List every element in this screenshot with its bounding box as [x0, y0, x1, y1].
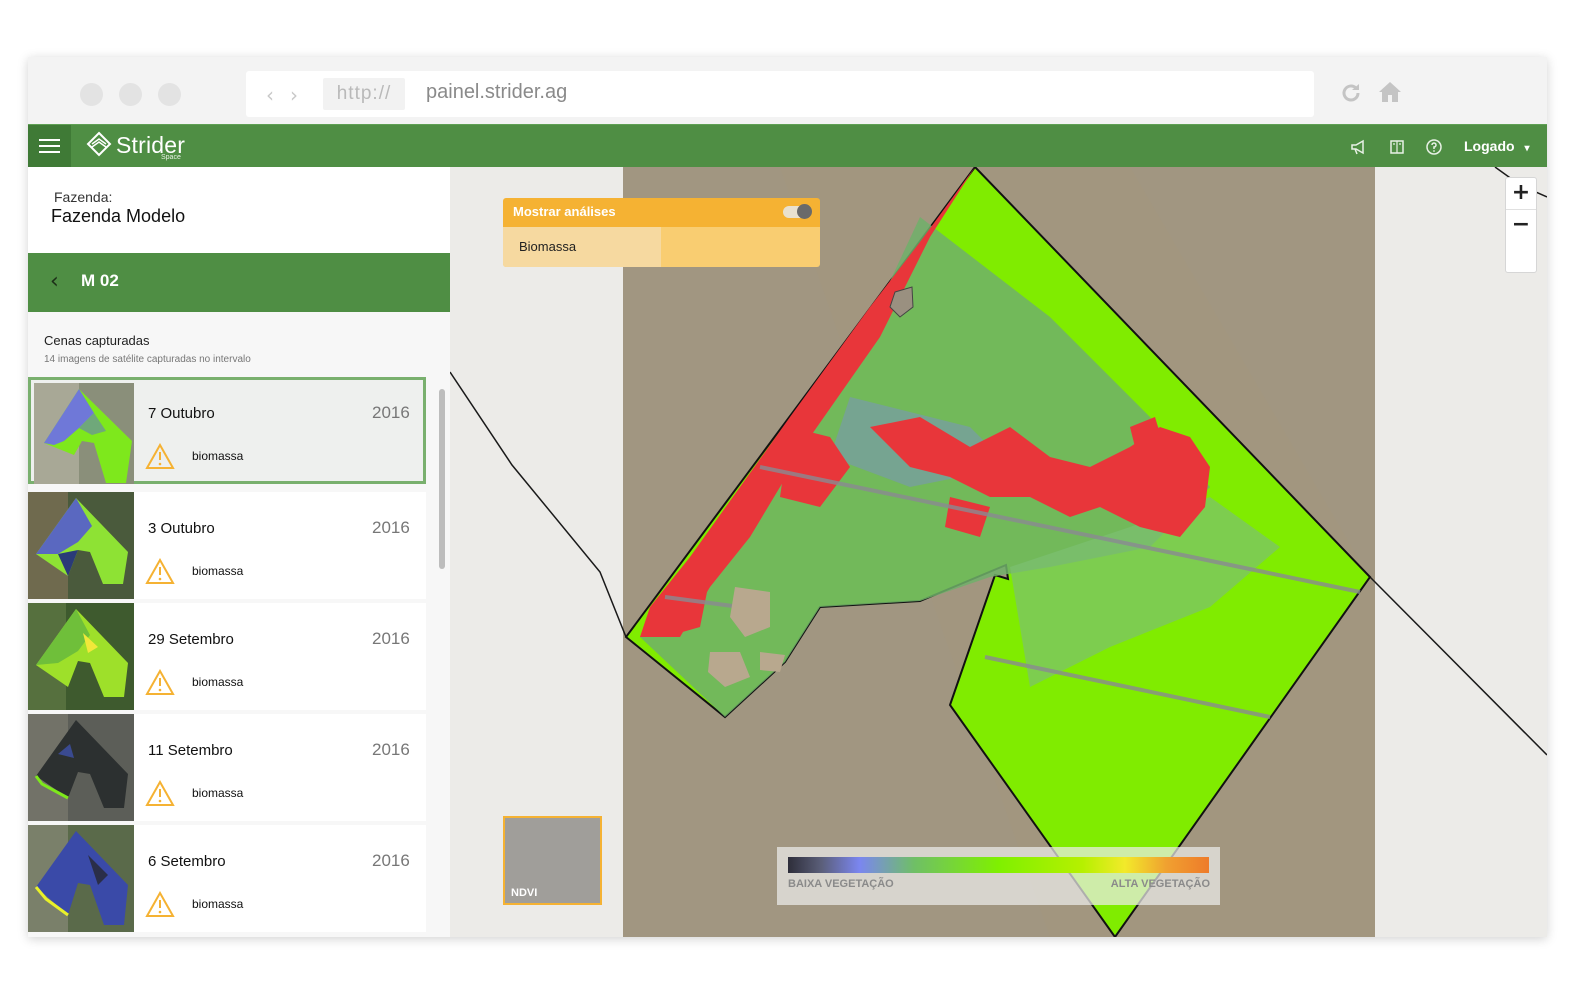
scene-date: 7 Outubro [148, 405, 215, 422]
field-name: M 02 [81, 271, 119, 290]
help-icon[interactable] [1425, 138, 1443, 156]
scene-year: 2016 [372, 740, 410, 759]
warning-icon [145, 443, 175, 469]
legend-high-label: ALTA VEGETAÇÃO [1110, 878, 1210, 890]
sidebar: Fazenda: Fazenda Modelo ‹ M 02 Cenas cap… [28, 167, 450, 937]
menu-button[interactable] [28, 125, 71, 168]
scene-list: 7 Outubro 2016 biomassa 3 Outubro 2016 b… [28, 377, 450, 937]
user-menu[interactable]: Logado ▾ [1464, 138, 1529, 154]
url-text[interactable]: painel.strider.ag [426, 81, 567, 104]
back-chevron-icon[interactable]: ‹ [50, 271, 59, 293]
menu-icon [39, 139, 60, 141]
warning-icon [145, 558, 175, 584]
scene-thumbnail [34, 383, 134, 484]
address-bar[interactable]: ‹ › http:// painel.strider.ag [246, 71, 1314, 117]
analyses-toggle[interactable] [783, 204, 812, 219]
scene-list-scrollbar[interactable] [439, 389, 445, 569]
scene-item[interactable]: 3 Outubro 2016 biomassa [28, 492, 426, 599]
zoom-out-button[interactable]: − [1506, 210, 1536, 240]
zoom-in-button[interactable]: + [1506, 178, 1536, 208]
scene-tag: biomassa [192, 449, 244, 463]
scene-date: 11 Setembro [148, 742, 233, 759]
legend-gradient [788, 857, 1209, 873]
zoom-control: + − [1505, 177, 1537, 273]
scenes-subtitle: 14 imagens de satélite capturadas no int… [44, 354, 251, 365]
app-header: Strider Space Logado ▾ [28, 124, 1547, 168]
scene-date: 3 Outubro [148, 520, 215, 537]
scene-item[interactable]: 29 Setembro 2016 biomassa [28, 603, 426, 710]
brand-logo[interactable]: Strider [86, 131, 185, 162]
strider-logo-icon [86, 131, 112, 157]
warning-icon [145, 669, 175, 695]
warning-icon [145, 891, 175, 917]
scene-date: 29 Setembro [148, 631, 234, 648]
farm-name: Fazenda Modelo [51, 206, 186, 226]
scene-item[interactable]: 7 Outubro 2016 biomassa [28, 377, 426, 484]
satellite-map [450, 167, 1547, 937]
scene-thumbnail [28, 603, 134, 710]
scene-year: 2016 [372, 403, 410, 422]
analyses-header: Mostrar análises [503, 198, 820, 227]
scene-thumbnail [28, 492, 134, 599]
window-maximize-dot[interactable] [158, 83, 181, 106]
scene-item[interactable]: 11 Setembro 2016 biomassa [28, 714, 426, 821]
url-protocol: http:// [323, 78, 405, 110]
farm-header: Fazenda: Fazenda Modelo [28, 167, 450, 253]
legend-low-label: BAIXA VEGETAÇÃO [788, 878, 894, 890]
analysis-option-label: Biomassa [519, 239, 577, 254]
scene-thumbnail [28, 825, 134, 932]
warning-icon [145, 780, 175, 806]
field-header: ‹ M 02 [28, 253, 450, 312]
back-arrow-icon[interactable]: ‹ [266, 83, 274, 107]
analysis-option-biomassa[interactable]: Biomassa [503, 227, 661, 267]
window-close-dot[interactable] [80, 83, 103, 106]
analyses-panel: Mostrar análises Biomassa [503, 198, 820, 267]
vegetation-legend: BAIXA VEGETAÇÃO ALTA VEGETAÇÃO [777, 847, 1220, 905]
scene-year: 2016 [372, 629, 410, 648]
chevron-down-icon: ▾ [1524, 143, 1530, 154]
farm-label: Fazenda: [54, 189, 113, 205]
layer-switch-ndvi[interactable]: NDVI [503, 816, 602, 905]
scene-item[interactable]: 6 Setembro 2016 biomassa [28, 825, 426, 932]
scene-year: 2016 [372, 518, 410, 537]
browser-window: ‹ › http:// painel.strider.ag Strider Sp… [28, 57, 1547, 937]
analyses-title: Mostrar análises [513, 204, 616, 219]
scene-thumbnail [28, 714, 134, 821]
reload-icon[interactable] [1339, 81, 1363, 105]
window-minimize-dot[interactable] [119, 83, 142, 106]
megaphone-icon[interactable] [1350, 138, 1368, 156]
toggle-knob [797, 204, 812, 219]
book-icon[interactable] [1388, 138, 1406, 156]
scene-tag: biomassa [192, 786, 244, 800]
home-icon[interactable] [1378, 80, 1402, 104]
scene-date: 6 Setembro [148, 853, 226, 870]
analyses-options: Biomassa [503, 227, 820, 267]
brand-subtitle: Space [161, 154, 181, 161]
user-label: Logado [1464, 138, 1515, 154]
scene-tag: biomassa [192, 675, 244, 689]
forward-arrow-icon[interactable]: › [290, 83, 298, 107]
scene-tag: biomassa [192, 897, 244, 911]
browser-chrome: ‹ › http:// painel.strider.ag [28, 57, 1547, 124]
scene-year: 2016 [372, 851, 410, 870]
map-view[interactable]: Mostrar análises Biomassa + − NDVI BAIXA… [450, 167, 1547, 937]
layer-label: NDVI [511, 887, 538, 899]
scene-tag: biomassa [192, 564, 244, 578]
scenes-title: Cenas capturadas [44, 333, 150, 348]
